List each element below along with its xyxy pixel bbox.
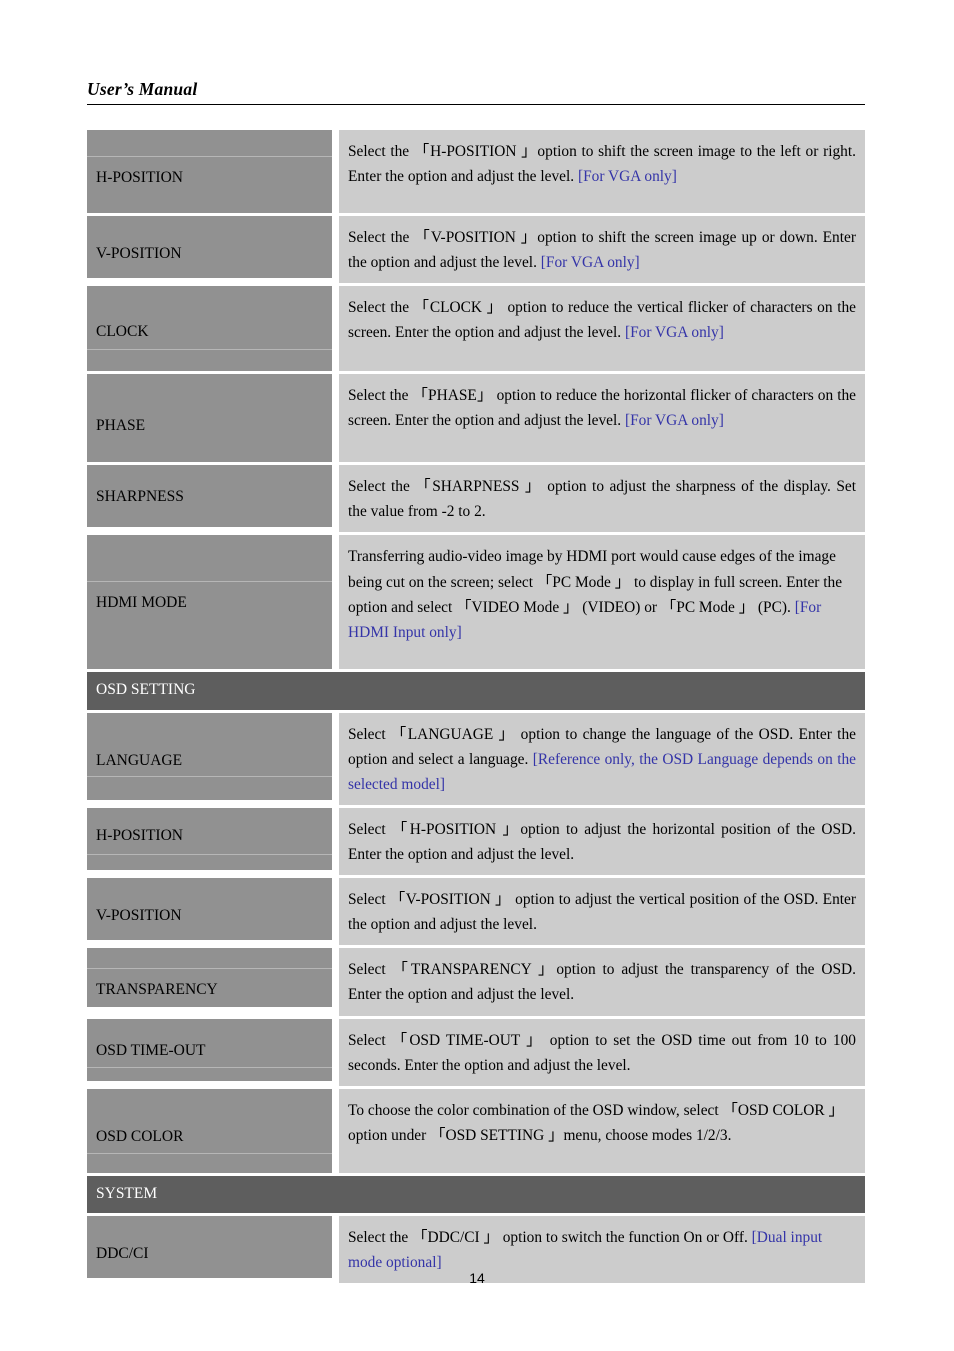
table-row-label-cell: OSD TIME-OUT xyxy=(87,1018,332,1081)
table-row-description-cell: Select the 「SHARPNESS 」 option to adjust… xyxy=(339,465,865,533)
table-row: OSD COLOR To choose the color combination… xyxy=(87,1088,865,1173)
table-row: H-POSITION Select 「H-POSITION 」option to … xyxy=(87,807,865,876)
table-row-description-cell: Select 「OSD TIME-OUT 」 option to set the… xyxy=(339,1018,865,1086)
description-text: Select 「TRANSPARENCY 」option to adjust t… xyxy=(348,961,856,1004)
table-row-label: H-POSITION xyxy=(96,826,183,844)
table-row-label: HDMI MODE xyxy=(96,594,187,612)
osd-settings-table: H-POSITION Select the 「H-POSITION 」option… xyxy=(87,130,865,1286)
column-gutter xyxy=(332,1018,339,1086)
column-gutter xyxy=(332,465,339,533)
column-gutter xyxy=(332,807,339,876)
table-row-label-cell: TRANSPARENCY xyxy=(87,948,332,1008)
table-row-description-cell: Select the 「H-POSITION 」option to shift … xyxy=(339,130,865,213)
section-header-label: SYSTEM xyxy=(87,1175,865,1213)
table-section-header-row: SYSTEM xyxy=(87,1175,865,1213)
table-row: HDMI MODE Transferring audio-video image … xyxy=(87,535,865,670)
table-row: H-POSITION Select the 「H-POSITION 」option… xyxy=(87,130,865,213)
table-row-label-cell: PHASE xyxy=(87,374,332,463)
description-text: To choose the color combination of the O… xyxy=(348,1101,844,1144)
section-header-label: OSD SETTING xyxy=(87,672,865,710)
table-row-label-cell: H-POSITION xyxy=(87,807,332,870)
table-row-label: TRANSPARENCY xyxy=(96,981,218,999)
table-row: TRANSPARENCY Select 「TRANSPARENCY 」option… xyxy=(87,948,865,1016)
label-cell-inner-divider xyxy=(87,156,332,157)
table-row-description-cell: Select the 「CLOCK 」 option to reduce the… xyxy=(339,286,865,372)
description-note: [For VGA only] xyxy=(577,168,677,186)
label-cell-inner-divider xyxy=(87,853,332,855)
description-text: Select the 「DDC/CI 」 option to switch th… xyxy=(348,1228,752,1246)
label-cell-inner-divider xyxy=(87,1152,332,1154)
column-gutter xyxy=(332,948,339,1016)
table-row-label: LANGUAGE xyxy=(96,751,183,769)
table-row-label: CLOCK xyxy=(96,323,149,341)
table-section-header-row: OSD SETTING xyxy=(87,672,865,710)
label-cell-inner-divider xyxy=(87,968,332,970)
page-footer: 14 xyxy=(0,1270,954,1286)
table-row-label-cell: H-POSITION xyxy=(87,130,332,213)
description-text: Select the 「SHARPNESS 」 option to adjust… xyxy=(348,478,856,521)
table-row: LANGUAGE Select 「LANGUAGE 」 option to cha… xyxy=(87,712,865,805)
column-gutter xyxy=(332,130,339,213)
table-row: V-POSITION Select the 「V-POSITION 」option… xyxy=(87,216,865,284)
page-title: User’s Manual xyxy=(87,79,198,99)
table-row-label-cell: LANGUAGE xyxy=(87,712,332,800)
column-gutter xyxy=(332,286,339,372)
table-row-label-cell: HDMI MODE xyxy=(87,535,332,670)
table-row: PHASE Select the 「PHASE」 option to reduce… xyxy=(87,374,865,463)
page-number: 14 xyxy=(469,1270,485,1286)
header-divider xyxy=(87,104,865,106)
table-row-label: OSD TIME-OUT xyxy=(96,1041,206,1059)
description-text: Select the 「PHASE」 option to reduce the … xyxy=(348,387,856,430)
description-text: Select 「V-POSITION 」 option to adjust th… xyxy=(348,891,856,934)
table-row-label-cell: SHARPNESS xyxy=(87,465,332,528)
description-note: [For VGA only] xyxy=(624,412,724,430)
description-note: [For VGA only] xyxy=(540,254,640,272)
description-text: Select 「H-POSITION 」option to adjust the… xyxy=(348,820,856,864)
table-row-description-cell: Select 「V-POSITION 」 option to adjust th… xyxy=(339,878,865,946)
table-row-label-cell: V-POSITION xyxy=(87,216,332,278)
label-cell-inner-divider xyxy=(87,581,332,583)
table-row-description-cell: Transferring audio-video image by HDMI p… xyxy=(339,535,865,670)
table-row-label: H-POSITION xyxy=(96,169,183,186)
table-row-label: SHARPNESS xyxy=(96,488,184,506)
table-row-description-cell: To choose the color combination of the O… xyxy=(339,1088,865,1173)
table-row: V-POSITION Select 「V-POSITION 」 option to… xyxy=(87,878,865,946)
column-gutter xyxy=(332,1088,339,1173)
table-row-label: V-POSITION xyxy=(96,907,182,925)
column-gutter xyxy=(332,535,339,670)
column-gutter xyxy=(332,712,339,805)
table-row: CLOCK Select the 「CLOCK 」 option to reduc… xyxy=(87,286,865,372)
table-row-description-cell: Select 「TRANSPARENCY 」option to adjust t… xyxy=(339,948,865,1016)
description-text: Select 「OSD TIME-OUT 」 option to set the… xyxy=(348,1031,856,1074)
table-row-label-cell: CLOCK xyxy=(87,286,332,372)
table-row-description-cell: Select 「H-POSITION 」option to adjust the… xyxy=(339,807,865,876)
table-row-description-cell: Select 「LANGUAGE 」 option to change the … xyxy=(339,712,865,805)
document-page: User’s Manual H-POSITION Select the 「H-PO… xyxy=(0,0,954,1351)
page-header: User’s Manual xyxy=(87,79,865,106)
table-row-description-cell: Select the 「V-POSITION 」option to shift … xyxy=(339,216,865,284)
column-gutter xyxy=(332,216,339,284)
table-row-description-cell: Select the 「PHASE」 option to reduce the … xyxy=(339,374,865,463)
table-row-label: DDC/CI xyxy=(96,1244,149,1262)
table-row: OSD TIME-OUT Select 「OSD TIME-OUT 」 optio… xyxy=(87,1018,865,1086)
label-cell-inner-divider xyxy=(87,349,332,351)
description-text: Transferring audio-video image by HDMI p… xyxy=(348,548,843,616)
label-cell-inner-divider xyxy=(87,775,332,777)
description-note: [For VGA only] xyxy=(624,324,724,342)
description-text: Select the 「CLOCK 」 option to reduce the… xyxy=(348,299,856,342)
table-row-label-cell: V-POSITION xyxy=(87,878,332,941)
table-row: SHARPNESS Select the 「SHARPNESS 」 option … xyxy=(87,465,865,533)
table-row-label: V-POSITION xyxy=(96,245,182,262)
table-row-label: PHASE xyxy=(96,417,146,435)
table-row-label: OSD COLOR xyxy=(96,1127,184,1145)
label-cell-inner-divider xyxy=(87,1066,332,1068)
table-row-label-cell: OSD COLOR xyxy=(87,1088,332,1173)
table-row-label-cell: DDC/CI xyxy=(87,1215,332,1278)
column-gutter xyxy=(332,878,339,946)
column-gutter xyxy=(332,374,339,463)
